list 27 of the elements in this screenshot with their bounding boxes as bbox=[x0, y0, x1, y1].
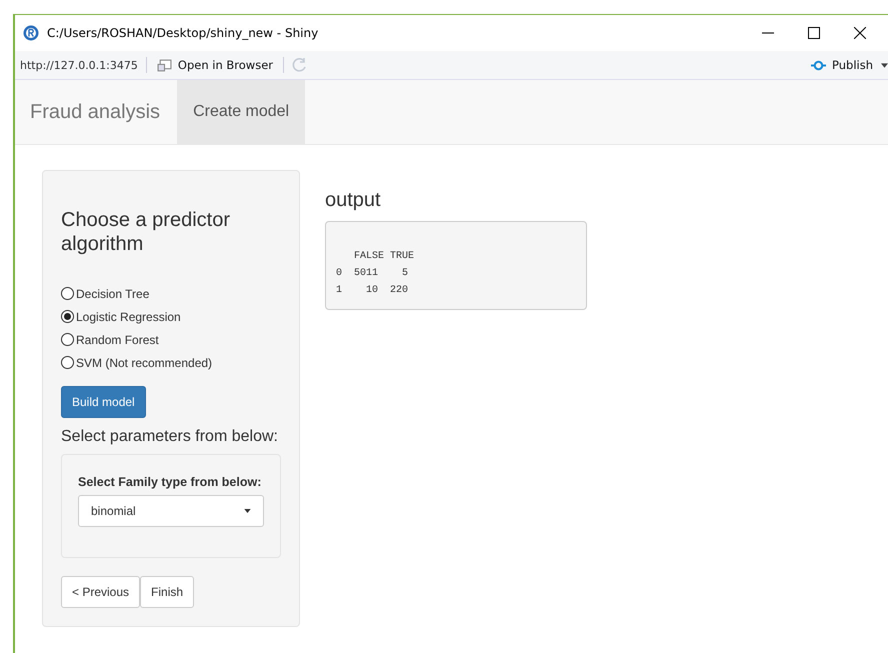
parameters-label: Select parameters from below: bbox=[61, 428, 279, 446]
panel-heading: Choose a predictor algorithm bbox=[61, 208, 231, 256]
family-select[interactable]: binomial bbox=[78, 495, 264, 527]
publish-button[interactable]: Publish bbox=[809, 56, 875, 74]
window-title: C:/Users/ROSHAN/Desktop/shiny_new - Shiny bbox=[47, 26, 318, 40]
caret-icon bbox=[244, 509, 251, 513]
windows-icon bbox=[156, 58, 172, 72]
nav-button[interactable]: < Previous bbox=[61, 576, 140, 608]
output-title: output bbox=[325, 189, 382, 212]
app-icon bbox=[23, 25, 39, 41]
close-icon[interactable] bbox=[854, 27, 866, 39]
maximize-icon[interactable] bbox=[808, 27, 820, 39]
brand-title: Fraud analysis bbox=[30, 100, 160, 124]
url-text: http://127.0.0.1:3475 bbox=[20, 58, 138, 72]
open-in-browser-button[interactable]: Open in Browser bbox=[154, 56, 276, 74]
nav-tab[interactable]: Create model bbox=[177, 80, 306, 144]
radio-option[interactable]: Logistic Regression bbox=[61, 305, 281, 328]
output-line: FALSE TRUE bbox=[353, 250, 416, 264]
family-label: Select Family type from below: bbox=[78, 475, 262, 489]
dropdown-caret-icon[interactable] bbox=[881, 62, 888, 68]
radio-option[interactable]: Random Forest bbox=[61, 328, 281, 351]
radio-option[interactable]: SVM (Not recommended) bbox=[61, 351, 281, 374]
build-model-button[interactable]: Build model bbox=[61, 386, 146, 418]
nav-button[interactable]: Finish bbox=[140, 576, 194, 608]
output-line: 1 10 220 bbox=[336, 284, 410, 298]
radio-option[interactable]: Decision Tree bbox=[61, 282, 281, 305]
output-line: 0 5011 5 bbox=[336, 267, 410, 281]
